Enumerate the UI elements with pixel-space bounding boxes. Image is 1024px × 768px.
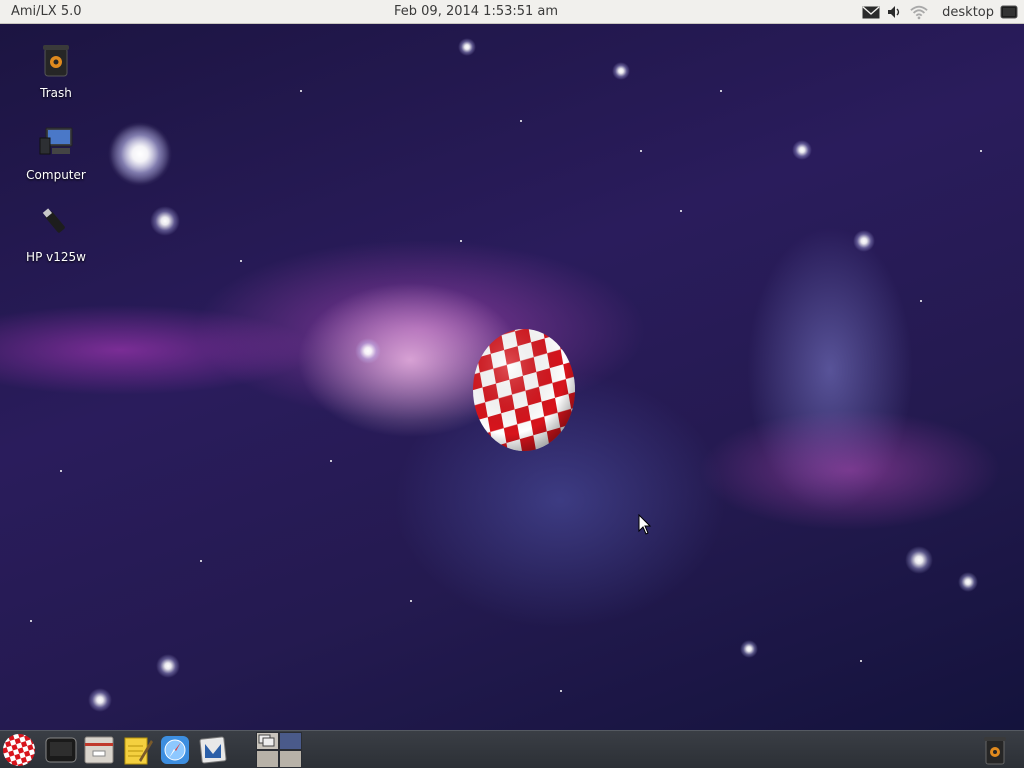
bright-star — [355, 338, 381, 364]
trash-icon[interactable] — [978, 733, 1012, 767]
bright-star — [740, 640, 758, 658]
desktop-icon-label: Computer — [26, 168, 86, 182]
trash-icon — [36, 40, 76, 80]
computer-icon — [36, 122, 76, 162]
bright-star — [88, 688, 112, 712]
star — [60, 470, 62, 472]
star — [300, 90, 302, 92]
bright-star — [905, 546, 933, 574]
workspace-label[interactable]: desktop — [942, 5, 994, 20]
star — [720, 90, 722, 92]
taskbar — [0, 730, 1024, 768]
desktop-icon-label: HP v125w — [26, 250, 86, 264]
star — [30, 620, 32, 622]
star — [860, 660, 862, 662]
desktop-icon-computer[interactable]: Computer — [11, 122, 101, 182]
mail-icon[interactable] — [862, 5, 880, 19]
top-menubar: Ami/LX 5.0 Feb 09, 2014 1:53:51 am deskt… — [0, 0, 1024, 24]
clock[interactable]: Feb 09, 2014 1:53:51 am — [394, 4, 558, 19]
desktop-icon-hp-v125w[interactable]: HP v125w — [11, 204, 101, 264]
bright-star — [156, 654, 180, 678]
bright-star — [792, 140, 812, 160]
screen-icon[interactable] — [1000, 5, 1018, 19]
bright-star — [958, 572, 978, 592]
workspace-4[interactable] — [279, 750, 302, 768]
bright-star — [150, 206, 180, 236]
desktop-icon-label: Trash — [40, 86, 72, 100]
mail-client-icon[interactable] — [196, 733, 230, 767]
system-tray: desktop — [862, 0, 1024, 24]
star — [410, 600, 412, 602]
star — [560, 690, 562, 692]
volume-icon[interactable] — [886, 5, 904, 19]
bright-star — [110, 124, 170, 184]
app-title[interactable]: Ami/LX 5.0 — [11, 4, 82, 19]
desktop-icon-trash[interactable]: Trash — [11, 40, 101, 100]
browser-icon[interactable] — [158, 733, 192, 767]
notepad-icon[interactable] — [120, 733, 154, 767]
boing-ball-icon[interactable] — [2, 733, 36, 767]
workspace-2[interactable] — [279, 732, 302, 750]
star — [640, 150, 642, 152]
star — [520, 120, 522, 122]
star — [920, 300, 922, 302]
bright-star — [612, 62, 630, 80]
wifi-icon[interactable] — [910, 5, 928, 19]
bright-star — [853, 230, 875, 252]
workspace-3[interactable] — [256, 750, 279, 768]
workspace-1[interactable] — [256, 732, 279, 750]
usb-drive-icon — [36, 204, 76, 244]
bright-star — [458, 38, 476, 56]
star — [200, 560, 202, 562]
boing-ball-icon — [472, 328, 576, 452]
star — [980, 150, 982, 152]
mouse-cursor — [638, 513, 652, 540]
terminal-icon[interactable] — [44, 733, 78, 767]
star — [240, 260, 242, 262]
star — [330, 460, 332, 462]
star — [460, 240, 462, 242]
file-manager-icon[interactable] — [82, 733, 116, 767]
workspace-pager[interactable] — [256, 732, 302, 768]
star — [680, 210, 682, 212]
